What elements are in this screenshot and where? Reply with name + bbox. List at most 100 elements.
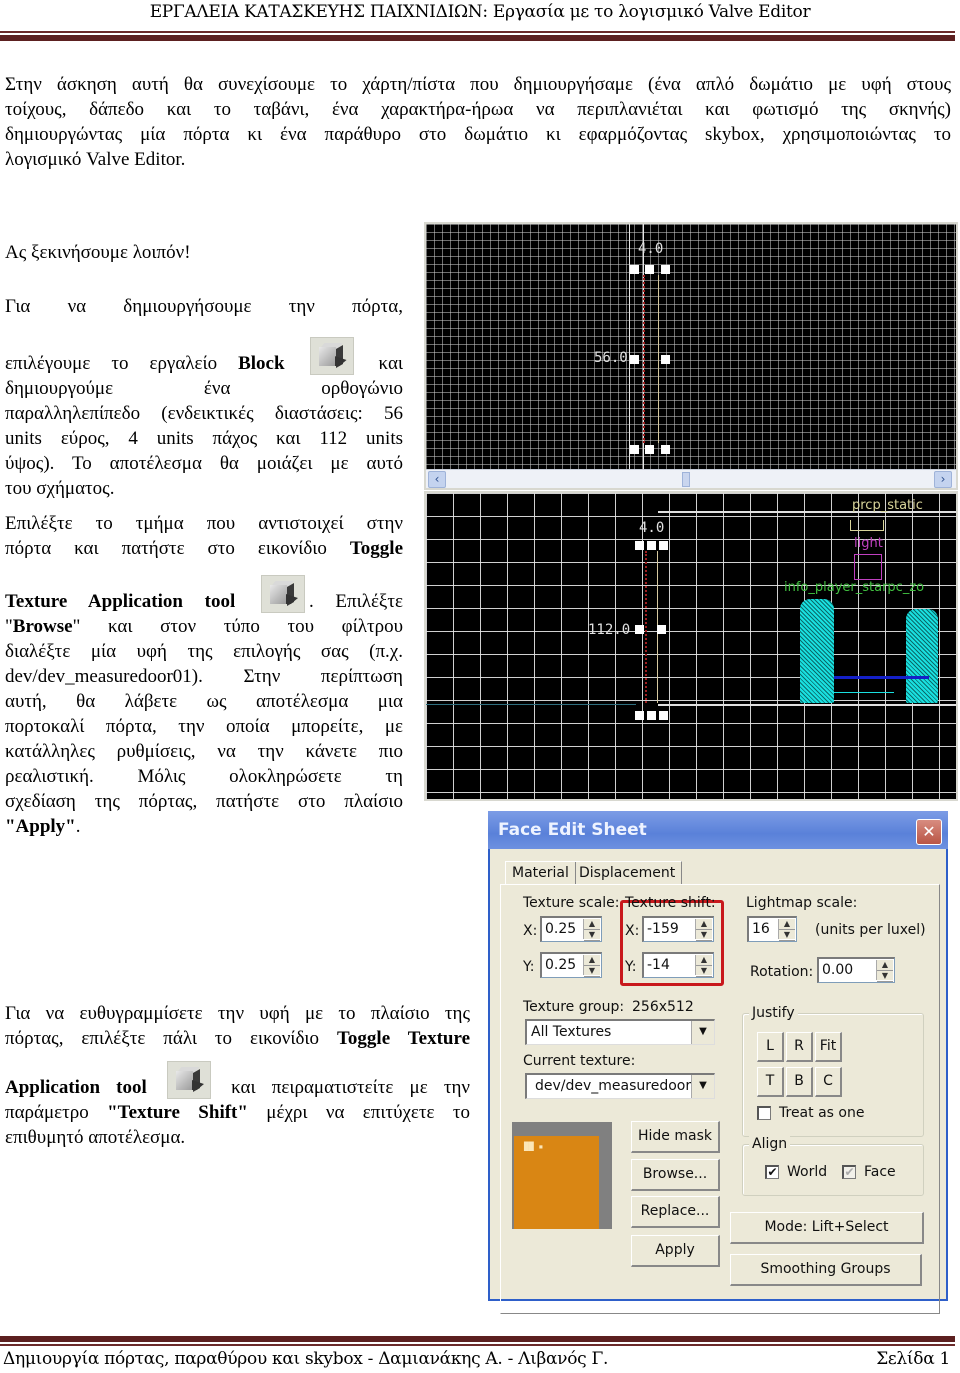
current-texture-select[interactable]: dev/dev_measuredoor0' ▼ — [525, 1073, 715, 1099]
texture-group-value: All Textures — [531, 1024, 612, 1040]
browse-keyword: Browse — [12, 616, 73, 637]
resize-handle[interactable] — [659, 711, 668, 720]
editor-viewport-side[interactable]: 4.0 112.0 prcp_static light info_player_… — [424, 491, 958, 801]
resize-handle[interactable] — [661, 265, 670, 274]
spin-down-icon[interactable]: ▼ — [696, 930, 712, 941]
spin-up-icon[interactable]: ▲ — [696, 955, 712, 966]
texture-application-tool-icon — [166, 1061, 211, 1099]
justify-center-button[interactable]: C — [815, 1067, 842, 1097]
spinner[interactable]: ▲ ▼ — [695, 955, 712, 977]
step2-line: πόρτα και πατήστε στο εικονίδιο Toggle — [5, 536, 403, 561]
spinner[interactable]: ▲ ▼ — [583, 955, 600, 977]
texture-shift-y-value: -14 — [647, 957, 670, 973]
resize-handle[interactable] — [630, 355, 639, 364]
texture-scale-y-input[interactable]: 0.25 ▲ ▼ — [540, 952, 602, 978]
tab-material[interactable]: Material — [505, 861, 576, 884]
treat-as-one-checkbox[interactable] — [757, 1106, 771, 1120]
apply-button[interactable]: Apply — [631, 1235, 720, 1267]
resize-handle[interactable] — [657, 625, 666, 634]
texture-size-label: 256x512 — [632, 999, 694, 1015]
horizontal-scrollbar[interactable]: ‹ › — [426, 469, 956, 488]
step1-text: επιλέγουμε το εργαλείο — [5, 353, 218, 374]
spin-up-icon[interactable]: ▲ — [584, 919, 600, 930]
rotation-input[interactable]: 0.00 ▲ ▼ — [817, 957, 895, 983]
step2-line: ρεαλιστική. Μόλις ολοκληρώσετε τη — [5, 766, 403, 787]
resize-handle[interactable] — [645, 265, 654, 274]
justify-fit-button[interactable]: Fit — [815, 1032, 842, 1062]
guide-line — [629, 224, 630, 470]
resize-handle[interactable] — [635, 711, 644, 720]
player-model-figure[interactable] — [800, 599, 834, 703]
tab-displacement[interactable]: Displacement — [573, 861, 683, 884]
texture-scale-y-label: Y: — [523, 959, 535, 975]
step1-line: παραλληλεπίπεδο (ενδεικτικές διαστάσεις:… — [5, 403, 403, 424]
spinner[interactable]: ▲ ▼ — [695, 919, 712, 941]
resize-handle[interactable] — [645, 445, 654, 454]
spin-down-icon[interactable]: ▼ — [877, 971, 893, 982]
texture-scale-x-input[interactable]: 0.25 ▲ ▼ — [540, 916, 602, 942]
light-entity-box[interactable] — [854, 554, 882, 580]
spin-down-icon[interactable]: ▼ — [584, 966, 600, 977]
lightmap-scale-input[interactable]: 16 ▲ ▼ — [747, 916, 797, 942]
spinner[interactable]: ▲ ▼ — [876, 960, 893, 982]
close-icon[interactable]: ✕ — [916, 819, 942, 845]
justify-left-button[interactable]: L — [757, 1032, 784, 1062]
npc-model-figure[interactable] — [906, 609, 938, 703]
mode-lift-select-button[interactable]: Mode: Lift+Select — [730, 1212, 924, 1244]
texture-shift-y-input[interactable]: -14 ▲ ▼ — [642, 952, 714, 978]
resize-handle[interactable] — [647, 711, 656, 720]
replace-button[interactable]: Replace... — [631, 1196, 720, 1228]
step2-line: Texture Application tool . Επιλέξτε — [5, 575, 403, 614]
step1-paragraph: Για να δημιουργήσουμε την πόρτα, επιλέγο… — [5, 294, 403, 501]
resize-handle[interactable] — [659, 541, 668, 550]
justify-top-button[interactable]: T — [757, 1067, 784, 1097]
resize-handle[interactable] — [635, 541, 644, 550]
align-face-label: Face — [864, 1164, 896, 1180]
door-brush[interactable] — [643, 275, 659, 443]
dialog-titlebar[interactable]: Face Edit Sheet ✕ — [488, 811, 948, 849]
depth-dimension-label: 56.0 — [594, 350, 628, 366]
spin-up-icon[interactable]: ▲ — [584, 955, 600, 966]
align-face-checkbox[interactable]: ✔ — [842, 1165, 856, 1179]
spin-down-icon[interactable]: ▼ — [696, 966, 712, 977]
toggle-tool-name: Toggle — [349, 538, 403, 559]
texture-shift-x-input[interactable]: -159 ▲ ▼ — [642, 916, 714, 942]
smoothing-groups-button[interactable]: Smoothing Groups — [730, 1254, 922, 1286]
spin-up-icon[interactable]: ▲ — [877, 960, 893, 971]
resize-handle[interactable] — [635, 625, 644, 634]
entity-label-prop-static: prcp_static — [852, 498, 923, 513]
justify-label: Justify — [749, 1005, 798, 1021]
spin-up-icon[interactable]: ▲ — [696, 919, 712, 930]
prop-static-bbox[interactable] — [850, 520, 884, 531]
justify-bottom-button[interactable]: B — [786, 1067, 813, 1097]
scroll-left-button[interactable]: ‹ — [428, 471, 446, 488]
resize-handle[interactable] — [647, 541, 656, 550]
resize-handle[interactable] — [630, 445, 639, 454]
resize-handle[interactable] — [661, 445, 670, 454]
align-label: Align — [749, 1136, 791, 1152]
spinner[interactable]: ▲ ▼ — [583, 919, 600, 941]
texture-preview: ██ ▪ — [512, 1122, 612, 1229]
texture-application-tool-icon — [260, 575, 305, 613]
intro-line: τοίχους, δάπεδο και το ταβάνι, ένα χαρακ… — [5, 99, 951, 120]
hide-mask-button[interactable]: Hide mask — [631, 1121, 720, 1153]
spin-down-icon[interactable]: ▼ — [584, 930, 600, 941]
width-dimension-label: 4.0 — [639, 520, 665, 536]
browse-button[interactable]: Browse... — [631, 1159, 720, 1191]
texture-group-select[interactable]: All Textures ▼ — [525, 1019, 715, 1045]
align-world-label: World — [787, 1164, 828, 1180]
resize-handle[interactable] — [661, 355, 670, 364]
spin-down-icon[interactable]: ▼ — [779, 930, 795, 941]
scroll-right-button[interactable]: › — [934, 471, 952, 488]
chevron-down-icon[interactable]: ▼ — [691, 1075, 714, 1098]
justify-right-button[interactable]: R — [786, 1032, 813, 1062]
chevron-down-icon[interactable]: ▼ — [691, 1021, 714, 1044]
editor-viewport-top[interactable]: 4.0 56.0 ‹ › — [424, 222, 958, 490]
align-world-checkbox[interactable]: ✔ — [765, 1165, 779, 1179]
resize-handle[interactable] — [630, 265, 639, 274]
spinner[interactable]: ▲ ▼ — [778, 919, 795, 941]
texture-scale-x-label: X: — [523, 923, 538, 939]
spin-up-icon[interactable]: ▲ — [779, 919, 795, 930]
scroll-thumb[interactable] — [682, 472, 690, 487]
step2-text: . Επιλέξτε — [308, 591, 404, 612]
